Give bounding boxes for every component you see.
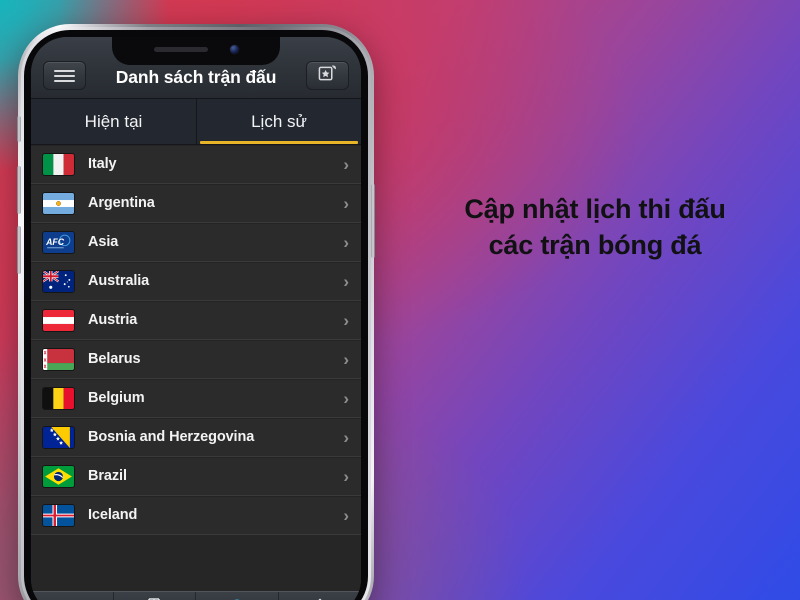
bottom-tabbar (31, 591, 361, 600)
silent-switch-button[interactable] (17, 116, 21, 142)
menu-button[interactable] (43, 61, 86, 90)
flag-argentina-icon (43, 192, 74, 214)
list-item[interactable]: Argentina › (31, 184, 361, 223)
list-item[interactable]: Australia › (31, 262, 361, 301)
list-item[interactable]: Brazil › (31, 457, 361, 496)
flag-afc-icon: AFC (43, 231, 74, 253)
favorites-button[interactable] (306, 61, 349, 90)
list-item[interactable]: Iceland › (31, 496, 361, 535)
marketing-headline: Cập nhật lịch thi đấu các trận bóng đá (398, 192, 792, 264)
flag-italy-icon (43, 153, 74, 175)
list-item-label: Argentina (88, 195, 155, 211)
list-item-label: Asia (88, 234, 119, 250)
list-item-label: Australia (88, 273, 150, 289)
chevron-right-icon: › (343, 271, 349, 291)
flag-australia-icon (43, 270, 74, 292)
phone-notch (112, 37, 280, 65)
star-badge-icon (318, 64, 337, 88)
list-item[interactable]: Belgium › (31, 379, 361, 418)
page-title: Danh sách trận đấu (115, 67, 277, 87)
flag-belarus-icon (43, 348, 74, 370)
chevron-right-icon: › (343, 193, 349, 213)
tab-lich-su-label: Lịch sử (251, 111, 307, 131)
flag-austria-icon (43, 309, 74, 331)
earpiece-speaker-icon (153, 46, 208, 52)
list-item[interactable]: Italy › (31, 145, 361, 184)
phone-mockup: Danh sách trận đấu Hiện tại Lịch sử Ital… (17, 24, 375, 600)
flag-belgium-icon (43, 387, 74, 409)
list-item[interactable]: Bosnia and Herzegovina › (31, 418, 361, 457)
chevron-right-icon: › (343, 388, 349, 408)
list-item-label: Belarus (88, 351, 141, 367)
chevron-right-icon: › (343, 310, 349, 330)
chevron-right-icon: › (343, 349, 349, 369)
chevron-right-icon: › (343, 505, 349, 525)
flag-iceland-icon (43, 504, 74, 526)
front-camera-icon (229, 44, 239, 54)
hamburger-icon (54, 69, 75, 82)
list-item[interactable]: Austria › (31, 301, 361, 340)
list-item-label: Belgium (88, 390, 145, 406)
power-button[interactable] (371, 184, 375, 258)
list-item-label: Austria (88, 312, 138, 328)
bottom-tab-1[interactable] (31, 592, 114, 600)
svg-text:AFC: AFC (45, 237, 65, 247)
headline-line-2: các trận bóng đá (488, 229, 702, 260)
chevron-right-icon: › (343, 154, 349, 174)
list-item[interactable]: Belarus › (31, 340, 361, 379)
flag-bosnia-icon (43, 426, 74, 448)
bottom-tab-3[interactable] (196, 592, 279, 600)
segmented-tabs: Hiện tại Lịch sử (31, 99, 361, 145)
chevron-right-icon: › (343, 427, 349, 447)
list-item-label: Iceland (88, 507, 138, 523)
app-screen: Danh sách trận đấu Hiện tại Lịch sử Ital… (31, 37, 361, 600)
bottom-tab-4[interactable] (279, 592, 362, 600)
volume-down-button[interactable] (17, 226, 21, 274)
volume-up-button[interactable] (17, 166, 21, 214)
tab-hien-tai-label: Hiện tại (84, 111, 143, 131)
flag-brazil-icon (43, 465, 74, 487)
list-item-label: Italy (88, 156, 117, 172)
chevron-right-icon: › (343, 232, 349, 252)
list-item[interactable]: AFC Asia › (31, 223, 361, 262)
phone-screen: Danh sách trận đấu Hiện tại Lịch sử Ital… (31, 37, 361, 600)
tab-lich-su[interactable]: Lịch sử (196, 99, 361, 144)
list-item-label: Brazil (88, 468, 127, 484)
headline-line-1: Cập nhật lịch thi đấu (464, 194, 726, 224)
country-list[interactable]: Italy › Argentina › AFC Asia › Australia… (31, 145, 361, 591)
bottom-tab-2[interactable] (114, 592, 196, 600)
list-item-label: Bosnia and Herzegovina (88, 429, 255, 445)
tab-hien-tai[interactable]: Hiện tại (31, 99, 196, 144)
chevron-right-icon: › (343, 466, 349, 486)
